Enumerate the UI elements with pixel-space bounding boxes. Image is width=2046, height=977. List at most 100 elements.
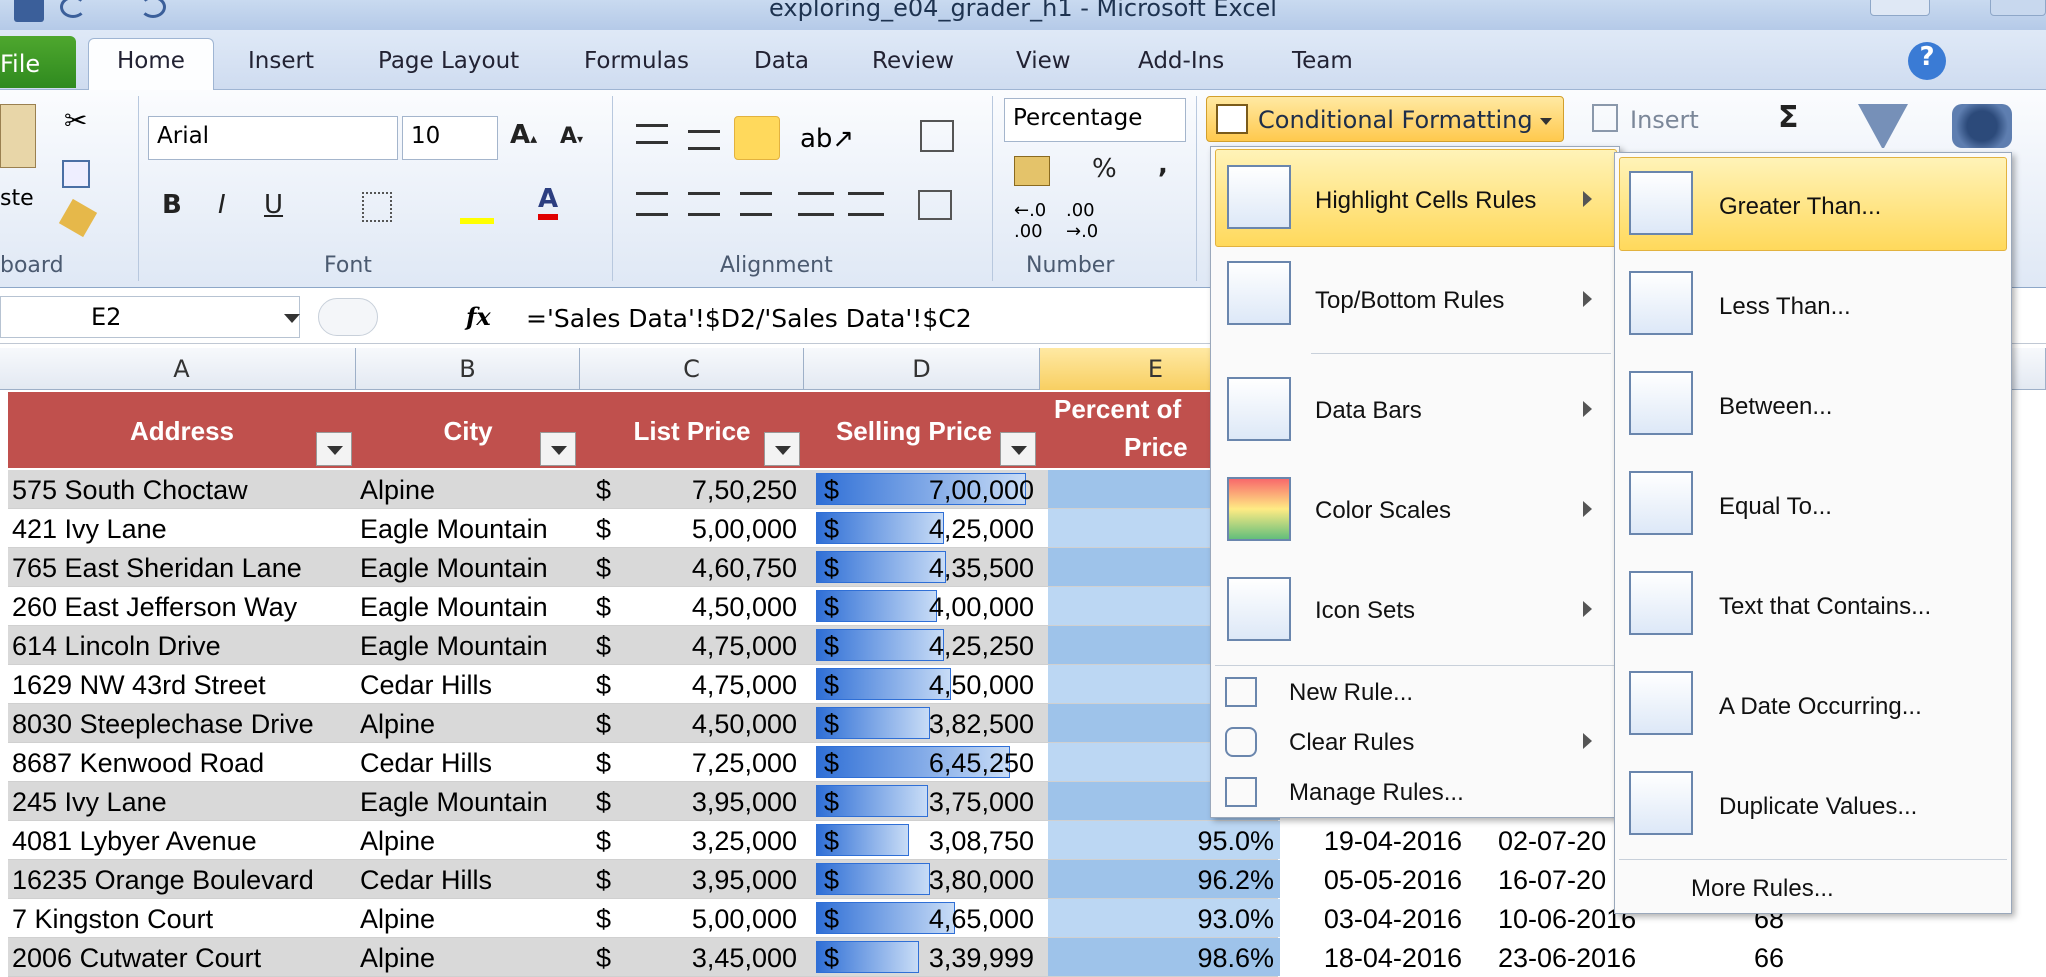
cell-address[interactable]: 2006 Cutwater Court [12,943,261,974]
cell-list-price[interactable]: 3,25,000 [692,826,797,857]
column-header-c[interactable]: C [580,348,804,390]
cell-percent[interactable]: 95.0% [1197,826,1274,857]
font-name-combo[interactable]: Arial [148,116,398,160]
menu-item-between[interactable]: Between... [1719,393,1832,421]
tab-page-layout[interactable]: Page Layout [378,48,519,74]
cell-city[interactable]: Alpine [360,475,435,506]
cell-list-currency[interactable]: $ [596,709,611,740]
cell-list-price[interactable]: 4,50,000 [692,592,797,623]
cell-selling-price[interactable]: 4,25,000 [929,514,1034,545]
cell-selling-currency[interactable]: $ [824,787,839,818]
cell-address[interactable]: 8687 Kenwood Road [12,748,264,779]
grow-font-button[interactable]: A▴ [510,120,537,150]
cell-selling-price[interactable]: 4,35,500 [929,553,1034,584]
tab-home[interactable]: Home [117,48,185,74]
cell-list-currency[interactable]: $ [596,475,611,506]
tab-team[interactable]: Team [1292,48,1353,74]
table-row[interactable]: 575 South Choctaw Alpine $7,50,250 $7,00,00… [8,470,1280,509]
cut-icon[interactable]: ✂ [64,104,87,137]
table-row[interactable]: 260 East Jefferson Way Eagle Mountain $4,5… [8,587,1280,626]
filter-dropdown-address[interactable] [316,432,352,466]
table-row[interactable]: 8030 Steeplechase Drive Alpine $4,50,000 $3… [8,704,1280,743]
cell-list-price[interactable]: 3,95,000 [692,865,797,896]
cell-list-price[interactable]: 7,25,000 [692,748,797,779]
menu-item-data-bars[interactable]: Data Bars [1315,397,1422,425]
menu-item-more-rules[interactable]: More Rules... [1691,875,1834,903]
cell-city[interactable]: Cedar Hills [360,748,492,779]
cell-selling-price[interactable]: 6,45,250 [929,748,1034,779]
name-box[interactable]: E2 [0,296,300,338]
cell-selling-currency[interactable]: $ [824,631,839,662]
merge-center-icon[interactable] [918,190,952,220]
number-format-combo[interactable]: Percentage [1004,98,1186,142]
fill-color-icon[interactable] [460,190,494,224]
bold-button[interactable]: B [162,190,182,220]
cell-list-currency[interactable]: $ [596,748,611,779]
cell-percent[interactable]: 93.0% [1197,904,1274,935]
cell-list-currency[interactable]: $ [596,943,611,974]
filter-dropdown-selling-price[interactable] [1000,432,1036,466]
menu-item-less-than[interactable]: Less Than... [1719,293,1851,321]
cell-address[interactable]: 765 East Sheridan Lane [12,553,302,584]
cell-city[interactable]: Eagle Mountain [360,553,548,584]
cell-city[interactable]: Alpine [360,826,435,857]
percent-style-button[interactable]: % [1092,154,1117,184]
menu-item-equal-to[interactable]: Equal To... [1719,493,1832,521]
menu-item-top-bottom-rules[interactable]: Top/Bottom Rules [1315,287,1504,315]
column-header-b[interactable]: B [356,348,580,390]
cell-list-price[interactable]: 3,45,000 [692,943,797,974]
table-row[interactable]: 245 Ivy Lane Eagle Mountain $3,95,000 $3,75… [8,782,1280,821]
cell-list-currency[interactable]: $ [596,865,611,896]
cell-list-price[interactable]: 5,00,000 [692,904,797,935]
cell-address[interactable]: 1629 NW 43rd Street [12,670,266,701]
insert-function-icon[interactable]: fx [466,302,491,331]
cell-address[interactable]: 245 Ivy Lane [12,787,167,818]
align-bottom-icon[interactable] [734,116,780,160]
cell-selling-price[interactable]: 3,80,000 [929,865,1034,896]
cell-selling-price[interactable]: 7,00,000 [929,475,1034,506]
help-icon[interactable]: ? [1908,42,1946,80]
cell-selling-currency[interactable]: $ [824,592,839,623]
decrease-decimal-icon[interactable]: .00 →.0 [1066,200,1098,242]
menu-item-manage-rules[interactable]: Manage Rules... [1289,779,1464,807]
paste-label[interactable]: ste [0,186,34,211]
conditional-formatting-label[interactable]: Conditional Formatting [1258,106,1533,134]
cell-selling-price[interactable]: 3,39,999 [929,943,1034,974]
table-row[interactable]: 765 East Sheridan Lane Eagle Mountain $4,6… [8,548,1280,587]
cell-list-price[interactable]: 4,75,000 [692,670,797,701]
menu-item-highlight-cells-rules[interactable]: Highlight Cells Rules [1315,187,1536,215]
table-row[interactable]: 614 Lincoln Drive Eagle Mountain $4,75,000… [8,626,1280,665]
table-row[interactable]: 4081 Lybyer Avenue Alpine $3,25,000 $3,08,7… [8,821,1606,860]
cell-percent[interactable]: 98.6% [1197,943,1274,974]
cell-address[interactable]: 7 Kingston Court [12,904,213,935]
cell-address[interactable]: 260 East Jefferson Way [12,592,297,623]
column-header-a[interactable]: A [8,348,356,390]
filter-dropdown-list-price[interactable] [764,432,800,466]
cell-date-1[interactable]: 19-04-2016 [1324,826,1462,857]
table-row[interactable]: 16235 Orange Boulevard Cedar Hills $3,95,0… [8,860,1606,899]
cell-selling-price[interactable]: 3,08,750 [929,826,1034,857]
decrease-indent-icon[interactable] [798,192,834,216]
cell-selling-price[interactable]: 4,65,000 [929,904,1034,935]
cell-list-currency[interactable]: $ [596,787,611,818]
copy-icon[interactable] [62,160,90,188]
cell-city[interactable]: Eagle Mountain [360,631,548,662]
formula-input[interactable]: ='Sales Data'!$D2/'Sales Data'!$C2 [526,304,972,333]
cell-selling-currency[interactable]: $ [824,865,839,896]
menu-item-duplicate-values[interactable]: Duplicate Values... [1719,793,1917,821]
cell-city[interactable]: Eagle Mountain [360,592,548,623]
column-header-d[interactable]: D [804,348,1040,390]
cell-date-2[interactable]: 23-06-2016 [1498,943,1636,974]
cell-city[interactable]: Alpine [360,709,435,740]
cell-address[interactable]: 575 South Choctaw [12,475,248,506]
cell-address[interactable]: 4081 Lybyer Avenue [12,826,257,857]
tab-file[interactable]: File [0,36,76,88]
minimize-button[interactable] [1870,0,1930,16]
formula-bar-handle[interactable] [318,298,378,336]
italic-button[interactable]: I [218,190,226,220]
cell-list-currency[interactable]: $ [596,670,611,701]
cell-selling-currency[interactable]: $ [824,904,839,935]
cell-city[interactable]: Cedar Hills [360,670,492,701]
cell-list-price[interactable]: 7,50,250 [692,475,797,506]
orientation-icon[interactable]: ab↗ [800,124,854,154]
